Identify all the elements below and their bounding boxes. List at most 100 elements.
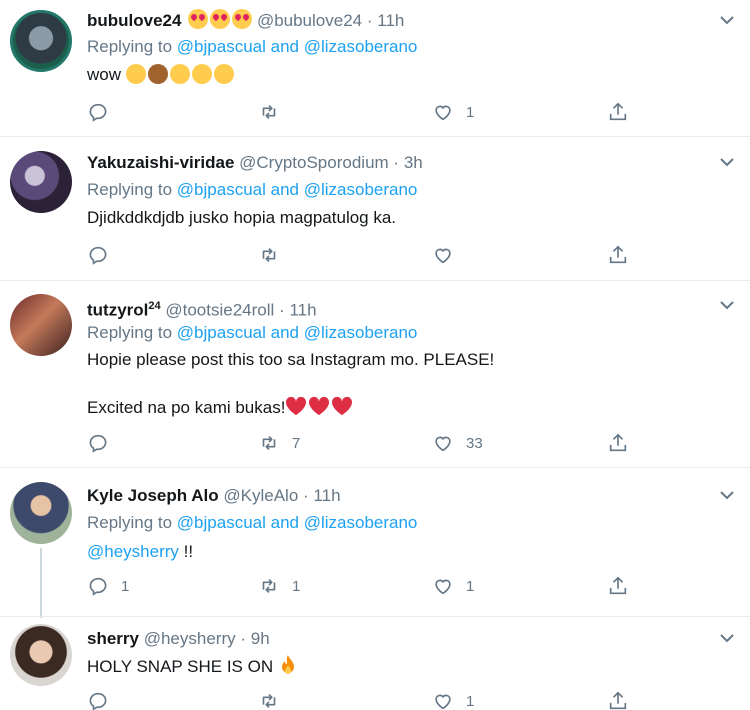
share-button[interactable] (607, 429, 629, 457)
share-button[interactable] (607, 241, 629, 269)
heart-icon (435, 248, 451, 264)
tweet-4[interactable]: Kyle Joseph Alo @KyleAlo · 11h Replying … (0, 468, 750, 618)
mention-and[interactable]: and (271, 513, 299, 532)
separator-dot: · (240, 629, 247, 648)
heart-icon (435, 579, 451, 595)
retweet-button[interactable] (258, 687, 292, 710)
user-handle[interactable]: @heysherry (144, 629, 236, 648)
chevron-down-icon[interactable] (719, 297, 735, 313)
mention-and[interactable]: and (271, 323, 299, 342)
mention-link[interactable]: @lizasoberano (304, 180, 418, 199)
reply-button[interactable] (87, 241, 121, 269)
reply-count: 1 (121, 577, 130, 595)
mention-link[interactable]: @bjpascual (177, 180, 266, 199)
replying-to: Replying to @bjpascual and @lizasoberano (87, 35, 417, 59)
mention-link[interactable]: @bjpascual (177, 323, 266, 342)
display-name[interactable]: sherry (87, 629, 139, 648)
retweet-button[interactable]: 7 (258, 429, 300, 457)
separator-dot: · (393, 153, 400, 172)
tweet-actions: 1 (0, 687, 750, 710)
like-button[interactable]: 1 (432, 687, 474, 710)
retweet-button[interactable]: 1 (258, 572, 300, 600)
mention-link[interactable]: @heysherry (87, 542, 179, 561)
tweet-feed: bubulove24 @bubulove24 · 11h Replying to… (0, 0, 750, 710)
reply-button[interactable] (87, 98, 121, 126)
heart-icon (435, 105, 451, 121)
share-button[interactable] (607, 687, 629, 710)
fire-emoji-icon (281, 655, 294, 674)
reply-icon (89, 577, 107, 596)
heart-eyes-emoji-icon (186, 9, 253, 30)
tweet-text-line-2: Excited na po kami bukas! (87, 396, 354, 420)
share-icon (609, 576, 627, 595)
user-handle[interactable]: @bubulove24 (257, 11, 362, 30)
tweet-text: HOLY SNAP SHE IS ON (87, 654, 298, 679)
red-heart-emoji-icon (309, 396, 330, 416)
tweet-header: bubulove24 @bubulove24 · 11h (87, 9, 404, 33)
display-name[interactable]: Kyle Joseph Alo (87, 486, 219, 505)
timestamp[interactable]: 11h (289, 301, 316, 320)
tweet-1[interactable]: bubulove24 @bubulove24 · 11h Replying to… (0, 0, 750, 136)
red-heart-emoji-icon (286, 396, 307, 416)
separator-dot: · (303, 486, 309, 505)
reply-button[interactable] (87, 687, 121, 710)
replying-to: Replying to @bjpascual and @lizasoberano (87, 178, 417, 202)
chevron-down-icon[interactable] (719, 487, 735, 503)
chevron-down-icon[interactable] (719, 630, 735, 646)
replying-to-label: Replying to (87, 513, 173, 532)
mention-link[interactable]: @lizasoberano (304, 37, 418, 56)
separator-dot: · (279, 300, 285, 320)
replying-to-label: Replying to (87, 180, 173, 199)
display-name[interactable]: Yakuzaishi-viridae (87, 153, 234, 172)
heart-icon (435, 436, 451, 452)
mention-link[interactable]: @lizasoberano (304, 323, 418, 342)
like-button[interactable] (432, 241, 466, 269)
timestamp[interactable]: 11h (377, 11, 404, 30)
like-button[interactable]: 1 (432, 98, 474, 126)
retweet-icon (262, 435, 276, 451)
mention-and[interactable]: and (271, 37, 299, 56)
like-count: 1 (466, 103, 475, 121)
reply-button[interactable] (87, 429, 121, 457)
reply-button[interactable]: 1 (87, 572, 129, 600)
timestamp[interactable]: 11h (313, 486, 340, 505)
user-handle[interactable]: @tootsie24roll (165, 301, 274, 320)
chevron-down-icon[interactable] (719, 154, 735, 170)
avatar[interactable] (10, 624, 72, 686)
mention-and[interactable]: and (271, 180, 299, 199)
timestamp[interactable]: 3h (404, 153, 423, 172)
like-button[interactable]: 1 (432, 572, 474, 600)
tweet-2[interactable]: Yakuzaishi-viridae @CryptoSporodium · 3h… (0, 137, 750, 280)
chevron-down-icon[interactable] (719, 12, 735, 28)
retweet-icon (262, 693, 276, 709)
tweet-5[interactable]: sherry @heysherry · 9h HOLY SNAP SHE IS … (0, 617, 750, 710)
tweet-header: sherry @heysherry · 9h (87, 627, 270, 651)
avatar[interactable] (10, 294, 72, 356)
like-button[interactable]: 33 (432, 429, 483, 457)
user-handle[interactable]: @CryptoSporodium (239, 153, 389, 172)
share-icon (609, 691, 627, 710)
mention-link[interactable]: @bjpascual (177, 37, 266, 56)
retweet-icon (262, 578, 276, 594)
tweet-text-content: Excited na po kami bukas! (87, 398, 286, 417)
tweet-3[interactable]: tutzyrol24 @tootsie24roll · 11h Replying… (0, 281, 750, 467)
retweet-button[interactable] (258, 98, 292, 126)
display-name[interactable]: tutzyrol (87, 301, 148, 320)
reply-icon (89, 246, 107, 265)
retweet-icon (262, 104, 276, 120)
heart-eyes-emoji-icon (191, 64, 212, 84)
retweet-button[interactable] (258, 241, 292, 269)
mention-link[interactable]: @lizasoberano (304, 513, 418, 532)
display-name[interactable]: bubulove24 (87, 11, 181, 30)
user-handle[interactable]: @KyleAlo (223, 486, 298, 505)
tweet-actions: 1 1 1 (0, 572, 750, 600)
share-icon (609, 245, 627, 264)
share-button[interactable] (607, 572, 629, 600)
avatar[interactable] (10, 482, 72, 544)
avatar[interactable] (10, 151, 72, 213)
mention-link[interactable]: @bjpascual (177, 513, 266, 532)
share-button[interactable] (607, 98, 629, 126)
timestamp[interactable]: 9h (251, 629, 270, 648)
tweet-actions: 1 (0, 98, 750, 126)
avatar[interactable] (10, 10, 72, 72)
